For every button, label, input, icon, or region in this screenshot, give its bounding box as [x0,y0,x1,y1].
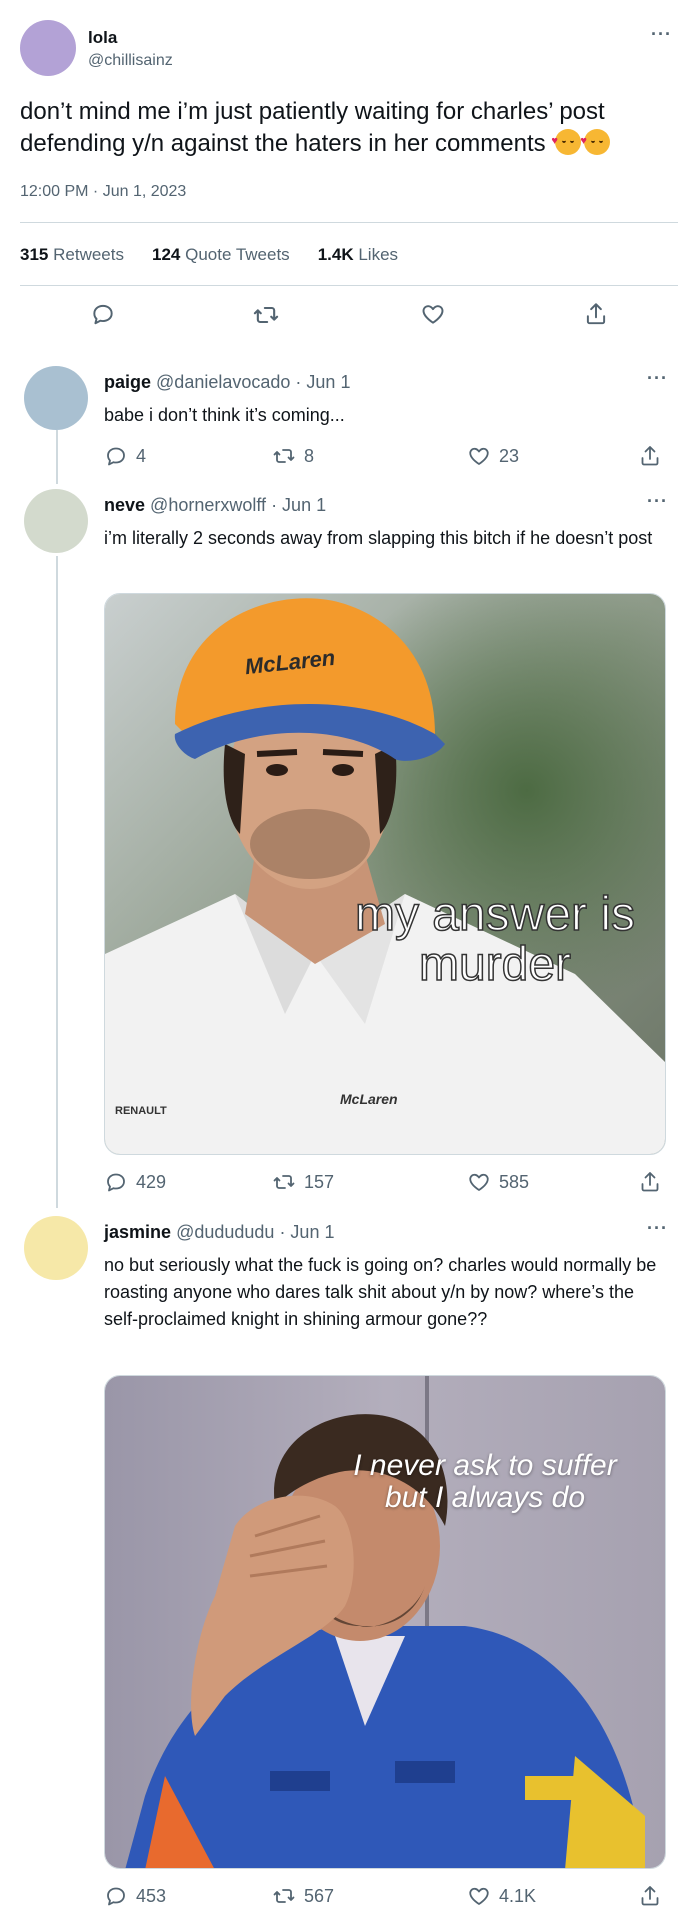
thread-line [56,430,58,484]
share-button[interactable] [638,1170,662,1194]
retweet-icon [272,1884,296,1908]
like-button[interactable]: 585 [467,1170,529,1194]
likes-stat[interactable]: 1.4K Likes [318,245,398,265]
reply-date[interactable]: · Jun 1 [271,495,326,515]
like-icon [467,1884,491,1908]
quotes-label: Quote Tweets [185,245,290,264]
retweet-icon[interactable] [252,301,280,329]
avatar[interactable] [20,20,76,76]
like-button[interactable]: 23 [467,444,519,468]
main-tweet-header: lola @chillisainz ··· [20,20,678,76]
meme-caption: my answer is murder [354,888,636,991]
like-icon[interactable] [420,301,446,327]
retweet-icon [272,1170,296,1194]
user-handle[interactable]: @chillisainz [88,52,173,70]
more-icon[interactable]: ··· [647,491,668,512]
like-count: 1.4K [317,245,354,264]
reply-button[interactable]: 4 [104,444,146,468]
reply-icon [104,1884,128,1908]
retweet-button[interactable]: 567 [272,1884,334,1908]
avatar[interactable] [24,489,88,553]
reply-text: no but seriously what the fuck is going … [104,1255,657,1329]
like-count: 4.1K [499,1885,537,1906]
user-handle[interactable]: @danielavocado [156,372,290,392]
like-count: 23 [499,445,520,466]
retweet-count: 157 [304,1171,335,1192]
divider [20,285,678,286]
more-icon[interactable]: ··· [647,1218,668,1239]
reply-media-image[interactable]: McLaren RENAULT McLaren my answer is mur… [104,593,666,1155]
retweet-count: 315 [20,245,49,264]
tweet-body: don’t mind me i’m just patiently waiting… [20,98,605,157]
like-count: 585 [499,1171,530,1192]
retweet-count: 8 [304,445,315,466]
reply-text: i’m literally 2 seconds away from slappi… [104,528,653,548]
reply-button[interactable]: 453 [104,1884,166,1908]
reply-header: neve @hornerxwolff · Jun 1 [104,495,326,516]
display-name[interactable]: paige [104,372,151,392]
reply-count: 453 [136,1885,167,1906]
display-name[interactable]: neve [104,495,145,515]
like-button[interactable]: 4.1K [467,1884,536,1908]
reply-header: jasmine @dudududu · Jun 1 [104,1222,334,1243]
share-icon[interactable] [583,301,609,327]
thread-line [56,556,58,1208]
share-icon [638,444,662,468]
likes-label: Likes [358,245,399,264]
shirt-sponsor-text: McLaren [340,1091,398,1107]
meme-caption-line-1: I never ask to suffer [353,1449,617,1482]
display-name[interactable]: jasmine [104,1222,171,1242]
avatar[interactable] [24,1216,88,1280]
meme-photo: McLaren RENAULT McLaren [105,594,665,1154]
quotes-stat[interactable]: 124 Quote Tweets [152,245,290,265]
reply-action-bar: 429 157 585 [104,1170,664,1200]
retweets-stat[interactable]: 315 Retweets [20,245,124,265]
smiling-face-hearts-icon: ♥ [580,129,611,155]
reply-media-image[interactable]: I never ask to suffer but I always do [104,1375,666,1869]
share-button[interactable] [638,1884,662,1908]
reply-date[interactable]: · Jun 1 [279,1222,334,1242]
retweet-button[interactable]: 157 [272,1170,334,1194]
reply-icon [104,1170,128,1194]
retweets-label: Retweets [53,245,124,264]
like-icon [467,1170,491,1194]
retweet-count: 567 [304,1885,335,1906]
reply-action-bar: 453 567 4.1K [104,1884,664,1914]
tweet-stats: 315 Retweets 124 Quote Tweets 1.4K Likes [20,245,398,265]
more-icon[interactable]: ··· [647,368,668,389]
reply-count: 429 [136,1171,167,1192]
retweet-icon [272,444,296,468]
reply-button[interactable]: 429 [104,1170,166,1194]
user-handle[interactable]: @dudududu [176,1222,274,1242]
tweet-timestamp[interactable]: 12:00 PM · Jun 1, 2023 [20,183,186,201]
like-icon [467,444,491,468]
more-icon[interactable]: ··· [651,24,672,45]
reply-action-bar: 4 8 23 [104,444,664,474]
shirt-brand-text: RENAULT [115,1105,167,1117]
reply-text: babe i don’t think it’s coming... [104,405,345,425]
divider [20,222,678,223]
tweet-text: don’t mind me i’m just patiently waiting… [20,96,680,160]
user-handle[interactable]: @hornerxwolff [150,495,266,515]
main-action-bar [20,295,678,335]
meme-caption: I never ask to suffer but I always do [335,1450,635,1514]
quote-count: 124 [151,245,181,264]
reply-date[interactable]: · Jun 1 [295,372,350,392]
share-icon [638,1884,662,1908]
smiling-face-hearts-icon: ♥ [551,129,582,155]
retweet-button[interactable]: 8 [272,444,314,468]
meme-caption-line-2: but I always do [384,1481,586,1514]
share-button[interactable] [638,444,662,468]
reply-header: paige @danielavocado · Jun 1 [104,372,350,393]
reply-count: 4 [136,445,147,466]
display-name[interactable]: lola [88,28,117,48]
reply-icon [104,444,128,468]
avatar[interactable] [24,366,88,430]
reply-icon[interactable] [90,301,116,327]
share-icon [638,1170,662,1194]
